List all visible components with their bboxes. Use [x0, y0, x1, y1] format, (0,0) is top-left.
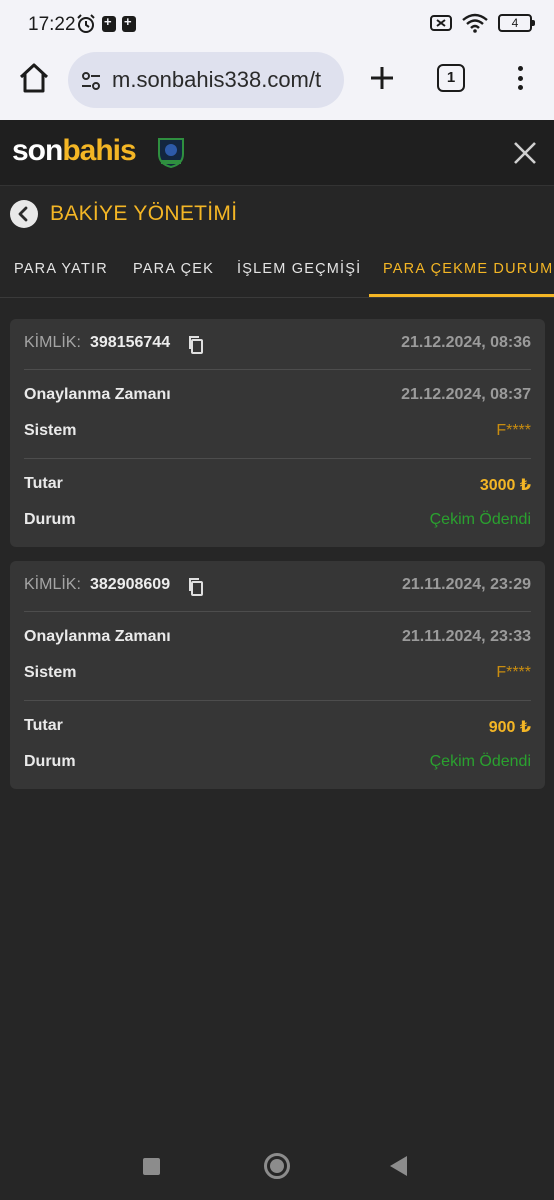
url-bar[interactable]: m.sonbahis338.com/t [68, 52, 344, 108]
status-row: Durum Çekim Ödendi [24, 511, 531, 535]
page-title: BAKİYE YÖNETİMİ [50, 202, 238, 225]
copy-icon[interactable] [187, 335, 205, 355]
withdrawal-card: KİMLİK: 398156744 21.12.2024, 08:36 Onay… [10, 319, 545, 547]
withdrawal-card: KİMLİK: 382908609 21.11.2024, 23:29 Onay… [10, 561, 545, 789]
notification-icon [102, 14, 116, 32]
kimlik-label: KİMLİK: [24, 576, 81, 593]
tab-para-cek[interactable]: PARA ÇEK [133, 261, 214, 277]
divider [24, 369, 531, 370]
copy-icon[interactable] [187, 577, 205, 597]
status-value: Çekim Ödendi [429, 753, 531, 770]
back-nav-button[interactable] [390, 1156, 407, 1176]
tab-switcher-button[interactable]: 1 [437, 64, 465, 92]
tab-para-cekme-durumu[interactable]: PARA ÇEKME DURUMU [383, 261, 554, 277]
divider [24, 458, 531, 459]
system-nav-bar [0, 1130, 554, 1200]
notification-icon [122, 14, 136, 32]
divider [24, 611, 531, 612]
active-tab-indicator [369, 294, 554, 297]
browser-toolbar: m.sonbahis338.com/t 1 [0, 48, 554, 120]
home-button[interactable] [264, 1153, 290, 1179]
created-date: 21.11.2024, 23:29 [401, 576, 531, 593]
withdrawal-id: 398156744 [90, 334, 171, 351]
logo-badge-icon [158, 138, 184, 168]
recent-apps-button[interactable] [143, 1158, 160, 1175]
system-value: F**** [496, 422, 531, 439]
system-row: Sistem F**** [24, 664, 531, 688]
tab-islem-gecmisi[interactable]: İŞLEM GEÇMİŞİ [237, 261, 361, 277]
wifi-icon [462, 13, 488, 33]
approval-date: 21.12.2024, 08:37 [401, 386, 531, 403]
new-tab-icon[interactable] [366, 62, 398, 94]
system-label: Sistem [24, 664, 77, 681]
site-header: sonbahis [0, 120, 554, 186]
approval-date: 21.11.2024, 23:33 [401, 628, 531, 645]
more-menu-icon[interactable] [510, 62, 530, 94]
system-label: Sistem [24, 422, 77, 439]
system-row: Sistem F**** [24, 422, 531, 446]
system-value: F**** [496, 664, 531, 681]
tab-bar: PARA YATIR PARA ÇEK İŞLEM GEÇMİŞİ PARA Ç… [0, 242, 554, 298]
site-settings-icon[interactable] [80, 70, 102, 92]
close-icon[interactable] [510, 138, 540, 168]
kimlik-label: KİMLİK: [24, 334, 81, 351]
approval-label: Onaylanma Zamanı [24, 386, 171, 403]
status-bar: 17:22 4 [0, 0, 554, 48]
tab-para-yatir[interactable]: PARA YATIR [14, 261, 108, 277]
withdrawal-id: 382908609 [90, 576, 171, 593]
card-header-row: KİMLİK: 382908609 21.11.2024, 23:29 [24, 576, 531, 600]
approval-row: Onaylanma Zamanı 21.11.2024, 23:33 [24, 628, 531, 652]
status-label: Durum [24, 511, 76, 528]
approval-row: Onaylanma Zamanı 21.12.2024, 08:37 [24, 386, 531, 410]
status-value: Çekim Ödendi [429, 511, 531, 528]
approval-label: Onaylanma Zamanı [24, 628, 171, 645]
no-sim-icon [430, 15, 452, 31]
status-time: 17:22 [28, 14, 76, 35]
card-header-row: KİMLİK: 398156744 21.12.2024, 08:36 [24, 334, 531, 358]
alarm-icon [77, 14, 95, 33]
created-date: 21.12.2024, 08:36 [401, 334, 531, 351]
url-text: m.sonbahis338.com/t [112, 67, 322, 92]
status-row: Durum Çekim Ödendi [24, 753, 531, 777]
divider [24, 700, 531, 701]
amount-value: 3000 ₺ [479, 477, 531, 494]
chevron-left-icon [18, 206, 28, 222]
status-label: Durum [24, 753, 76, 770]
home-icon[interactable] [16, 60, 52, 96]
back-button[interactable] [10, 200, 38, 228]
amount-label: Tutar [24, 475, 63, 492]
amount-value: 900 ₺ [488, 719, 531, 736]
site-logo[interactable]: sonbahis [12, 134, 137, 168]
page-title-row: BAKİYE YÖNETİMİ [0, 186, 554, 242]
amount-row: Tutar 900 ₺ [24, 717, 531, 741]
amount-row: Tutar 3000 ₺ [24, 475, 531, 499]
battery-level: 4 [511, 16, 519, 30]
amount-label: Tutar [24, 717, 63, 734]
battery-icon: 4 [498, 14, 535, 32]
